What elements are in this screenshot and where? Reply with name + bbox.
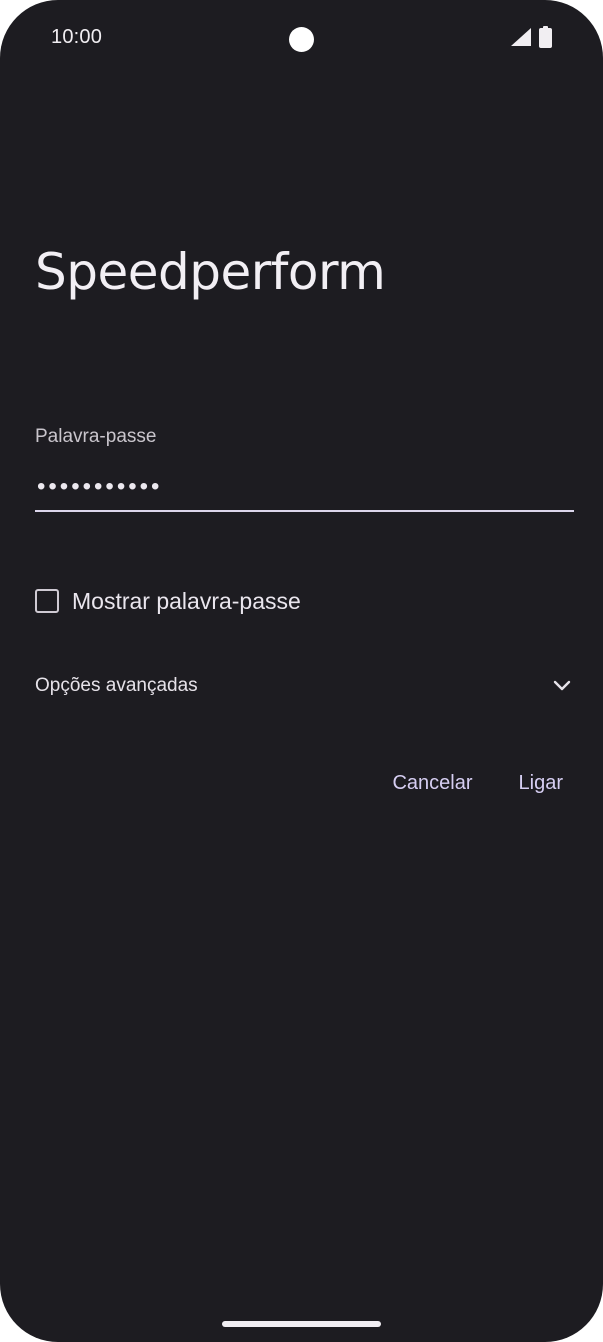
phone-screen: 10:00 Speedperform Palavra-passe •••••••… [0, 0, 603, 1342]
advanced-options-toggle[interactable]: Opções avançadas [35, 670, 574, 704]
advanced-options-label[interactable]: Opções avançadas [35, 675, 198, 697]
dialog-actions: Cancelar Ligar [382, 768, 573, 799]
camera-cutout [289, 27, 314, 52]
show-password-checkbox[interactable] [35, 589, 59, 613]
connect-button[interactable]: Ligar [509, 768, 573, 799]
chevron-down-icon[interactable] [552, 678, 572, 694]
wifi-network-title: Speedperform [35, 243, 386, 301]
password-input[interactable]: ••••••••••• [37, 471, 162, 503]
status-bar: 10:00 [0, 0, 603, 76]
password-underline [35, 510, 574, 512]
signal-icon [511, 28, 531, 46]
password-field[interactable]: Palavra-passe ••••••••••• [35, 420, 574, 514]
battery-icon [539, 26, 552, 48]
show-password-checkbox-row[interactable]: Mostrar palavra-passe [35, 586, 301, 616]
password-label: Palavra-passe [35, 426, 157, 447]
home-indicator[interactable] [222, 1321, 381, 1327]
status-time: 10:00 [51, 26, 103, 48]
cancel-button[interactable]: Cancelar [382, 768, 482, 799]
show-password-label[interactable]: Mostrar palavra-passe [72, 588, 301, 615]
